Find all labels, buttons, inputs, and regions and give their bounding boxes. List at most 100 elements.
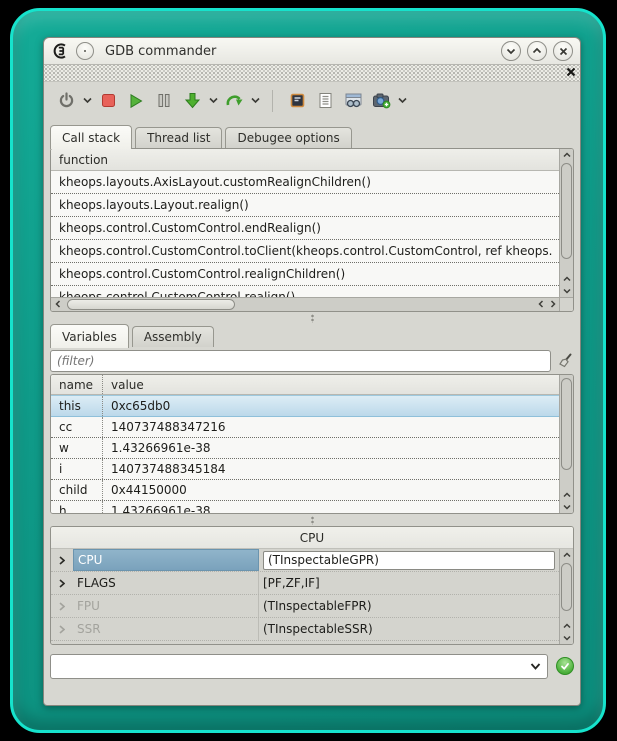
call-stack-horizontal-scrollbar[interactable] bbox=[51, 297, 559, 311]
stop-button[interactable] bbox=[96, 88, 120, 114]
send-command-button[interactable] bbox=[556, 657, 574, 675]
call-stack-row[interactable]: kheops.layouts.Layout.realign() bbox=[51, 194, 559, 217]
gdb-commander-window: GDB commander bbox=[43, 37, 581, 706]
minimize-icon[interactable] bbox=[501, 41, 521, 61]
variable-row[interactable]: i 140737488345184 bbox=[51, 459, 559, 480]
variable-row[interactable]: w 1.43266961e-38 bbox=[51, 438, 559, 459]
tab-assembly[interactable]: Assembly bbox=[132, 326, 214, 347]
maximize-icon[interactable] bbox=[527, 41, 547, 61]
call-stack-row[interactable]: kheops.layouts.AxisLayout.customRealignC… bbox=[51, 171, 559, 194]
run-button[interactable] bbox=[124, 88, 148, 114]
step-button[interactable] bbox=[180, 88, 204, 114]
step-over-button[interactable] bbox=[222, 88, 246, 114]
debug-toolbar bbox=[44, 82, 580, 119]
register-group-name: FPU bbox=[73, 595, 259, 617]
register-value: (TInspectableSSR) bbox=[259, 618, 559, 640]
filter-row bbox=[44, 347, 580, 374]
scroll-down-icon[interactable] bbox=[560, 632, 573, 644]
call-stack-row[interactable]: kheops.control.CustomControl.endRealign(… bbox=[51, 217, 559, 240]
titlebar[interactable]: GDB commander bbox=[44, 38, 580, 65]
scroll-up-icon[interactable] bbox=[560, 149, 573, 161]
splitter-handle[interactable] bbox=[44, 514, 580, 526]
variable-value: 1.43266961e-38 bbox=[103, 501, 559, 513]
scroll-up-icon[interactable] bbox=[560, 273, 573, 285]
register-value-editor[interactable]: (TInspectableGPR) bbox=[263, 551, 555, 570]
cpu-register-row[interactable]: FPU (TInspectableFPR) bbox=[51, 595, 559, 618]
scroll-down-icon[interactable] bbox=[560, 285, 573, 297]
snapshot-button[interactable] bbox=[369, 88, 393, 114]
scroll-up-icon[interactable] bbox=[560, 489, 573, 501]
scrollbar-thumb[interactable] bbox=[561, 163, 572, 259]
register-group-name: CPU bbox=[73, 549, 259, 571]
callstack-tabbar: Call stack Thread list Debugee options bbox=[44, 119, 580, 148]
variable-row[interactable]: cc 140737488347216 bbox=[51, 417, 559, 438]
scrollbar-thumb[interactable] bbox=[561, 378, 572, 470]
call-stack-row[interactable]: kheops.control.CustomControl.toClient(kh… bbox=[51, 240, 559, 263]
call-stack-row[interactable]: kheops.control.CustomControl.realignChil… bbox=[51, 263, 559, 286]
cpu-register-row[interactable]: FLAGS [PF,ZF,IF] bbox=[51, 572, 559, 595]
variable-name: cc bbox=[51, 417, 103, 437]
call-stack-row[interactable]: kheops.control.CustomControl.realign() bbox=[51, 286, 559, 297]
variables-vertical-scrollbar[interactable] bbox=[559, 375, 573, 513]
variable-row[interactable]: this 0xc65db0 bbox=[51, 395, 559, 417]
function-column-header[interactable]: function bbox=[51, 149, 559, 171]
variables-header[interactable]: name value bbox=[51, 375, 559, 395]
variable-name: h bbox=[51, 501, 103, 513]
scroll-up-icon[interactable] bbox=[560, 549, 573, 561]
variable-value: 0xc65db0 bbox=[103, 396, 559, 416]
variable-value: 0x44150000 bbox=[103, 480, 559, 500]
scrollbar-thumb[interactable] bbox=[561, 563, 572, 611]
step-dropdown-icon[interactable] bbox=[209, 97, 218, 104]
cpu-register-tree: CPU (TInspectableGPR) FLAGS [PF,ZF,IF] F… bbox=[51, 549, 559, 644]
value-column-header[interactable]: value bbox=[103, 375, 144, 394]
cpu-panel-title: CPU bbox=[51, 527, 573, 549]
scroll-down-icon[interactable] bbox=[560, 501, 573, 513]
cpu-vertical-scrollbar[interactable] bbox=[559, 549, 573, 644]
name-column-header[interactable]: name bbox=[51, 375, 103, 394]
dock-close-icon[interactable] bbox=[566, 67, 576, 77]
inspector-tabbar: Variables Assembly bbox=[44, 324, 580, 347]
call-stack-vertical-scrollbar[interactable] bbox=[559, 149, 573, 297]
tab-thread-list[interactable]: Thread list bbox=[135, 127, 222, 148]
gdb-command-input[interactable] bbox=[51, 655, 547, 678]
call-stack-list: function kheops.layouts.AxisLayout.custo… bbox=[51, 149, 559, 297]
expander-chevron-icon[interactable] bbox=[51, 556, 73, 565]
watch-window-button[interactable] bbox=[341, 88, 365, 114]
variable-name: this bbox=[51, 396, 103, 416]
scroll-left-icon[interactable] bbox=[51, 298, 64, 310]
tab-debugee-options[interactable]: Debugee options bbox=[225, 127, 351, 148]
cpu-panel: CPU CPU (TInspectableGPR) FLAGS [PF,ZF,I… bbox=[50, 526, 574, 645]
window-menu-button[interactable] bbox=[76, 42, 94, 60]
scrollbar-thumb[interactable] bbox=[67, 299, 235, 310]
pause-button[interactable] bbox=[152, 88, 176, 114]
expander-chevron-icon[interactable] bbox=[51, 625, 73, 634]
variable-name: i bbox=[51, 459, 103, 479]
cpu-register-row[interactable]: CPU (TInspectableGPR) bbox=[51, 549, 559, 572]
power-dropdown-icon[interactable] bbox=[83, 97, 92, 104]
tab-call-stack[interactable]: Call stack bbox=[50, 125, 132, 149]
snapshot-dropdown-icon[interactable] bbox=[398, 97, 407, 104]
variable-row[interactable]: h 1.43266961e-38 bbox=[51, 501, 559, 513]
close-icon[interactable] bbox=[553, 41, 573, 61]
tab-variables[interactable]: Variables bbox=[50, 324, 129, 348]
power-button[interactable] bbox=[54, 88, 78, 114]
cpu-view-button[interactable] bbox=[285, 88, 309, 114]
scroll-up-icon[interactable] bbox=[560, 620, 573, 632]
register-group-name: FLAGS bbox=[73, 572, 259, 594]
toolbar-separator bbox=[272, 90, 273, 112]
cpu-register-row[interactable]: SSR (TInspectableSSR) bbox=[51, 618, 559, 641]
clear-filter-icon[interactable] bbox=[556, 352, 574, 370]
variable-row[interactable]: child 0x44150000 bbox=[51, 480, 559, 501]
expander-chevron-icon[interactable] bbox=[51, 579, 73, 588]
variables-table: name value this 0xc65db0 cc 140737488347… bbox=[51, 375, 559, 513]
splitter-handle[interactable] bbox=[44, 312, 580, 324]
variable-value: 140737488345184 bbox=[103, 459, 559, 479]
combobox-dropdown-icon[interactable] bbox=[530, 662, 541, 671]
dock-drag-handle[interactable] bbox=[44, 65, 580, 82]
step-over-dropdown-icon[interactable] bbox=[251, 97, 260, 104]
output-list-button[interactable] bbox=[313, 88, 337, 114]
filter-input[interactable] bbox=[50, 350, 551, 372]
scroll-right-icon[interactable] bbox=[546, 298, 559, 310]
gdb-command-combobox[interactable] bbox=[50, 654, 548, 679]
expander-chevron-icon[interactable] bbox=[51, 602, 73, 611]
